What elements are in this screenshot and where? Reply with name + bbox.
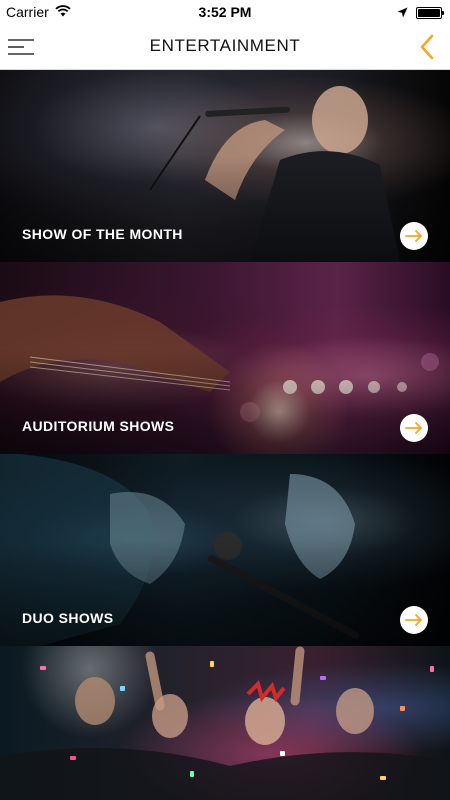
location-arrow-icon: [397, 5, 408, 21]
party-crowd-confetti-image: [0, 646, 450, 800]
arrow-right-icon[interactable]: [400, 414, 428, 442]
confetti: [190, 771, 194, 777]
confetti: [280, 751, 285, 756]
confetti: [320, 676, 326, 680]
page-title: ENTERTAINMENT: [149, 36, 301, 55]
card-label: SHOW OF THE MONTH: [22, 226, 183, 242]
confetti: [430, 666, 434, 672]
card-show-of-the-month[interactable]: SHOW OF THE MONTH: [0, 70, 450, 262]
confetti: [120, 686, 125, 691]
confetti: [210, 661, 214, 667]
confetti: [380, 776, 386, 780]
status-right: [397, 5, 444, 21]
navigation-bar: ENTERTAINMENT: [0, 24, 450, 70]
battery-level: [418, 9, 440, 17]
card-auditorium-shows[interactable]: AUDITORIUM SHOWS: [0, 262, 450, 454]
card-label: AUDITORIUM SHOWS: [22, 418, 175, 434]
chevron-left-icon[interactable]: [414, 31, 442, 63]
card-label: DUO SHOWS: [22, 610, 114, 626]
confetti: [40, 666, 46, 670]
arrow-right-icon[interactable]: [400, 606, 428, 634]
arrow-right-icon[interactable]: [400, 222, 428, 250]
confetti: [400, 706, 405, 711]
status-bar: Carrier 3:52 PM: [0, 0, 450, 24]
card-party[interactable]: [0, 646, 450, 800]
battery-icon: [416, 7, 444, 19]
confetti: [70, 756, 76, 760]
card-duo-shows[interactable]: DUO SHOWS: [0, 454, 450, 646]
status-time: 3:52 PM: [198, 4, 252, 20]
